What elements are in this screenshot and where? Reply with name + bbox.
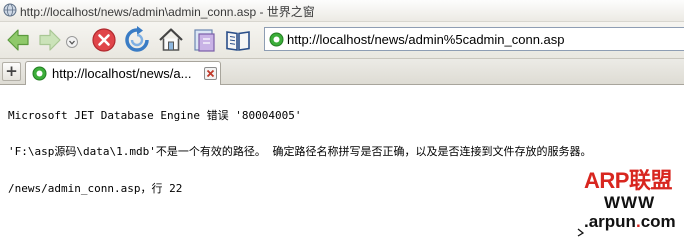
tab-close-button[interactable]	[204, 67, 217, 80]
tab-label: http://localhost/news/a...	[52, 66, 192, 81]
favorites-button[interactable]	[190, 26, 218, 54]
error-message: 'F:\asp源码\data\1.mdb'不是一个有效的路径。 确定路径名称拼写…	[8, 145, 592, 158]
back-arrow-icon	[7, 29, 29, 51]
plus-icon: +	[5, 62, 18, 80]
navigation-toolbar	[0, 22, 684, 59]
watermark-domain-suffix: com	[640, 212, 676, 231]
chevron-down-icon	[66, 36, 78, 48]
tab-bar: + http://localhost/news/a...	[0, 59, 684, 85]
home-icon	[159, 28, 183, 51]
address-bar[interactable]	[264, 27, 684, 51]
watermark-domain-prefix: .arpun	[584, 212, 636, 231]
stop-icon	[92, 28, 116, 52]
new-tab-button[interactable]: +	[2, 62, 21, 81]
back-button[interactable]	[4, 26, 32, 54]
close-icon	[206, 69, 215, 78]
watermark-www: WWW	[604, 193, 656, 212]
page-favicon-icon	[269, 32, 284, 47]
globe-icon	[3, 3, 17, 17]
title-bar: http://localhost/news/admin\admin_conn.a…	[0, 0, 684, 22]
watermark-domain: .arpun.com	[584, 212, 676, 232]
forward-arrow-icon	[39, 29, 61, 51]
tab-current[interactable]: http://localhost/news/a...	[25, 61, 221, 85]
bookmarks-button[interactable]	[224, 26, 252, 54]
watermark-mark-icon	[577, 228, 584, 237]
refresh-button[interactable]	[123, 26, 151, 54]
address-input[interactable]	[287, 30, 677, 48]
window-title: http://localhost/news/admin\admin_conn.a…	[20, 5, 315, 19]
page-favicon-icon	[32, 66, 47, 81]
page-content: Microsoft JET Database Engine 错误 '800040…	[0, 86, 684, 241]
book-icon	[226, 31, 250, 51]
forward-button[interactable]	[36, 26, 64, 54]
home-button[interactable]	[157, 26, 185, 54]
watermark-brand: ARP联盟	[584, 168, 672, 193]
error-location: /news/admin_conn.asp，行 22	[8, 182, 183, 195]
stop-button[interactable]	[90, 26, 118, 54]
refresh-icon	[125, 26, 149, 52]
history-dropdown-button[interactable]	[64, 26, 80, 54]
error-heading: Microsoft JET Database Engine 错误 '800040…	[8, 109, 302, 122]
favorites-icon	[194, 29, 215, 52]
